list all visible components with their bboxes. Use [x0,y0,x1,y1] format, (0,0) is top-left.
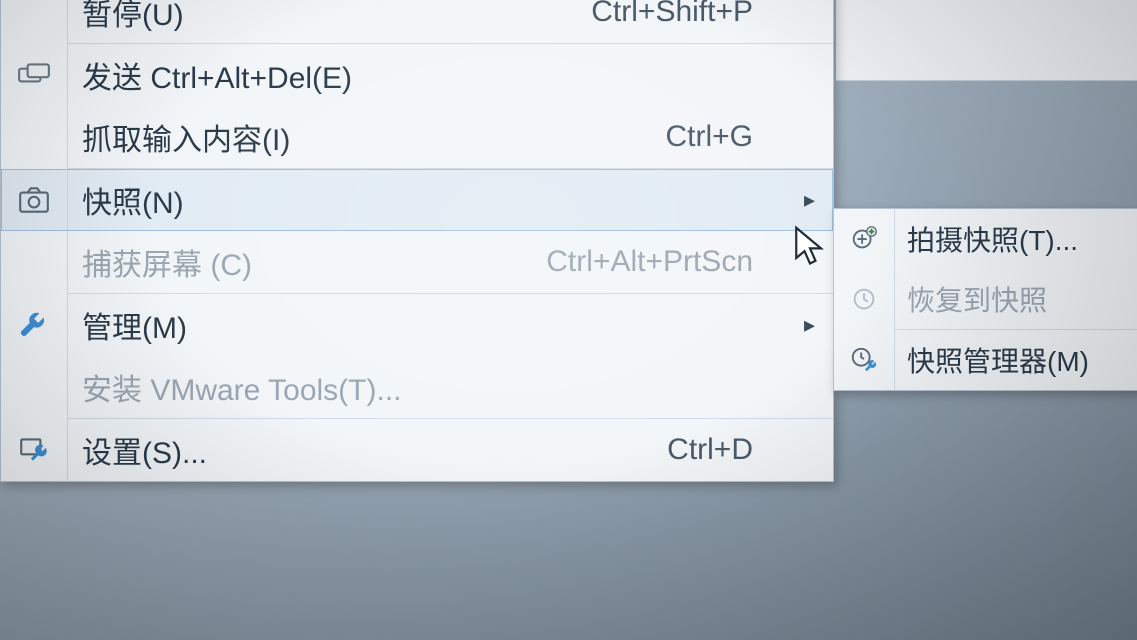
menu-label: 抓取输入内容(I) [68,115,665,159]
menu-label: 恢复到快照 [895,279,1137,319]
menu-accel: Ctrl+Shift+P [591,0,781,29]
menu-label: 拍摄快照(T)... [895,219,1137,259]
clock-wrench-icon [834,345,894,375]
menu-label: 管理(M) [68,303,753,347]
background-panel [836,0,1137,81]
submenu-arrow-icon: ▸ [781,187,833,213]
menu-label: 设置(S)... [68,428,667,472]
menu-label: 发送 Ctrl+Alt+Del(E) [68,53,753,97]
menu-label: 快照管理器(M) [895,340,1137,380]
menu-item-install-vmware-tools: 安装 VMware Tools(T)... [1,356,833,418]
menu-label: 捕获屏幕 (C) [68,240,546,284]
menu-item-capture-screen: 捕获屏幕 (C) Ctrl+Alt+PrtScn [1,231,833,293]
snapshot-icon [1,183,67,217]
menu-label: 快照(N) [68,178,753,222]
vm-context-menu: 暂停(U) Ctrl+Shift+P 发送 Ctrl+Alt+Del(E) 抓取… [0,0,834,482]
menu-item-snapshot[interactable]: 快照(N) ▸ [1,169,833,231]
submenu-item-take-snapshot[interactable]: 拍摄快照(T)... [834,209,1137,269]
menu-item-send-cad[interactable]: 发送 Ctrl+Alt+Del(E) [1,44,833,106]
camera-plus-icon [834,224,894,254]
send-cad-icon [1,58,67,92]
menu-item-manage[interactable]: 管理(M) ▸ [1,294,833,356]
settings-icon [1,433,67,467]
menu-item-grab-input[interactable]: 抓取输入内容(I) Ctrl+G [1,106,833,168]
clock-icon [834,284,894,314]
menu-accel: Ctrl+D [667,433,781,467]
menu-item-settings[interactable]: 设置(S)... Ctrl+D [1,419,833,481]
menu-item-pause[interactable]: 暂停(U) Ctrl+Shift+P [1,0,833,43]
submenu-item-revert-snapshot: 恢复到快照 [834,269,1137,329]
menu-accel: Ctrl+G [665,120,781,154]
submenu-arrow-icon: ▸ [781,312,833,338]
snapshot-submenu: 拍摄快照(T)... 恢复到快照 快照管理器(M) [833,208,1137,391]
menu-accel: Ctrl+Alt+PrtScn [546,245,781,279]
menu-label: 暂停(U) [68,0,591,34]
menu-label: 安装 VMware Tools(T)... [68,365,753,409]
submenu-item-snapshot-manager[interactable]: 快照管理器(M) [834,330,1137,390]
wrench-icon [1,308,67,342]
